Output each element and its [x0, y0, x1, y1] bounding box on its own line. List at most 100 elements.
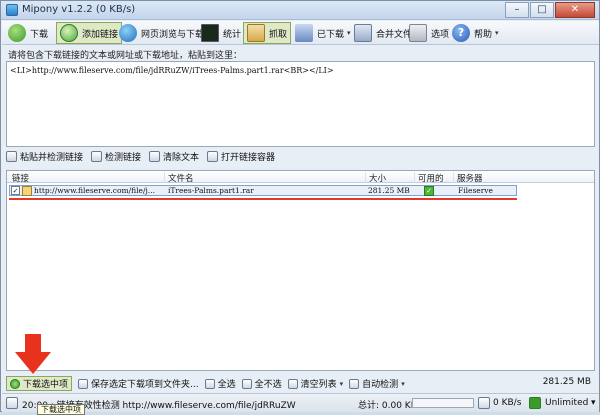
- toolbar-browse-button[interactable]: 网页浏览与下载: [116, 22, 207, 44]
- row-size: 281.25 MB: [368, 186, 410, 195]
- help-icon: ?: [452, 24, 470, 42]
- downloaded-icon: [295, 24, 313, 42]
- clear-list-icon: [287, 378, 298, 389]
- title-bar: Mipony v1.2.2 (0 KB/s) – □ ✕: [1, 1, 599, 20]
- toolbar-downloaded-label: 已下载: [317, 29, 345, 40]
- download-action-bar: 下载选中项 保存选定下载项到文件夹... 全选 全不选 清空列表 ▾ 自动检测 …: [6, 376, 595, 391]
- speed-limit[interactable]: Unlimited: [545, 398, 588, 408]
- arrow-shaft: [25, 334, 41, 354]
- save-to-folder-label: 保存选定下载项到文件夹...: [91, 380, 199, 390]
- download-selected-label: 下载选中项: [23, 380, 69, 390]
- toolbar-grab-button[interactable]: 抓取: [243, 22, 292, 44]
- auto-detect-icon: [349, 378, 360, 389]
- table-header: 链接 文件名 大小 可用的 服务器: [7, 171, 594, 184]
- clear-text-label: 清除文本: [163, 153, 200, 163]
- toolbar-download-button[interactable]: 下载: [5, 22, 51, 44]
- red-arrow-annotation: [15, 334, 51, 374]
- download-icon: [8, 24, 26, 42]
- clear-list-button[interactable]: 清空列表 ▾: [287, 377, 344, 390]
- available-check-icon: ✓: [424, 186, 434, 196]
- globe-icon: [119, 24, 137, 42]
- close-button[interactable]: ✕: [555, 2, 595, 18]
- minimize-button[interactable]: –: [505, 2, 529, 18]
- toolbar-download-label: 下载: [30, 29, 49, 40]
- toolbar-add-link-label: 添加链接: [82, 29, 119, 40]
- check-link-label: 检测链接: [105, 153, 142, 163]
- check-link-button[interactable]: 检测链接: [91, 150, 141, 163]
- chevron-down-icon[interactable]: ▾: [591, 398, 596, 408]
- row-highlight-underline: [9, 198, 517, 200]
- link-textarea[interactable]: <LI>http://www.fileserve.com/file/jdRRuZ…: [6, 61, 595, 147]
- app-logo-icon: [6, 4, 18, 16]
- row-link: http://www.fileserve.com/file/j...: [34, 186, 155, 195]
- toolbar-options-button[interactable]: 选项: [406, 22, 452, 44]
- chevron-down-icon[interactable]: ▾: [347, 29, 351, 37]
- select-all-icon: [204, 378, 215, 389]
- open-container-label: 打开链接容器: [221, 153, 276, 163]
- download-selected-button[interactable]: 下载选中项: [6, 376, 73, 391]
- link-textarea-content: <LI>http://www.fileserve.com/file/jdRRuZ…: [10, 66, 334, 75]
- clear-list-label: 清空列表: [300, 380, 337, 390]
- deselect-all-label: 全不选: [254, 380, 282, 390]
- total-progress-bar: [412, 398, 474, 408]
- toolbar-options-label: 选项: [431, 29, 450, 40]
- select-all-button[interactable]: 全选: [204, 377, 236, 390]
- auto-detect-label: 自动检测: [362, 380, 399, 390]
- save-folder-icon: [78, 378, 89, 389]
- maximize-button[interactable]: □: [530, 2, 554, 18]
- status-total: 总计: 0.00 KB: [358, 401, 417, 411]
- toolbar-stats-button[interactable]: 统计: [198, 22, 244, 44]
- links-table: 链接 文件名 大小 可用的 服务器 ✓ http://www.fileserve…: [6, 170, 595, 371]
- add-link-icon: [60, 24, 78, 42]
- toolbar-stats-label: 统计: [223, 29, 242, 40]
- paste-icon: [6, 151, 17, 162]
- download-speed: 0 KB/s: [493, 398, 522, 408]
- open-container-button[interactable]: 打开链接容器: [207, 150, 275, 163]
- download-speed-icon: [478, 397, 490, 409]
- clear-text-icon: [149, 151, 161, 162]
- chevron-down-icon[interactable]: ▾: [495, 29, 499, 37]
- deselect-all-icon: [241, 378, 252, 389]
- paste-and-check-label: 粘贴并检测链接: [20, 153, 84, 163]
- column-header-link[interactable]: 链接: [9, 172, 29, 184]
- row-checkbox[interactable]: ✓: [11, 186, 20, 195]
- toolbar-browse-label: 网页浏览与下载: [141, 29, 205, 40]
- auto-detect-button[interactable]: 自动检测 ▾: [349, 377, 405, 390]
- options-icon: [409, 24, 427, 42]
- paste-prompt: 请将包含下载链接的文本或网址或下载地址，粘贴到这里：: [8, 51, 243, 61]
- merge-icon: [354, 24, 372, 42]
- file-icon: [22, 186, 32, 196]
- download-selected-icon: [10, 378, 20, 389]
- toolbar-downloaded-button[interactable]: 已下载 ▾: [292, 22, 354, 44]
- stats-icon: [201, 24, 219, 42]
- status-log-icon: [6, 397, 18, 409]
- link-action-bar: 粘贴并检测链接 检测链接 清除文本 打开链接容器: [6, 149, 595, 164]
- column-header-size[interactable]: 大小: [365, 172, 386, 184]
- table-row[interactable]: ✓ http://www.fileserve.com/file/j... iTr…: [9, 185, 517, 196]
- speed-limit-icon: [529, 397, 541, 409]
- open-container-icon: [207, 151, 219, 162]
- select-all-label: 全选: [217, 380, 236, 390]
- grab-icon: [247, 24, 265, 42]
- column-header-available[interactable]: 可用的: [414, 172, 444, 184]
- save-to-folder-button[interactable]: 保存选定下载项到文件夹...: [78, 377, 199, 390]
- toolbar-add-link-button[interactable]: 添加链接: [56, 22, 123, 44]
- chevron-down-icon[interactable]: ▾: [340, 380, 344, 388]
- check-link-icon: [91, 151, 103, 162]
- column-header-server[interactable]: 服务器: [453, 172, 483, 184]
- total-size: 281.25 MB: [542, 377, 591, 387]
- toolbar-help-label: 帮助: [474, 29, 493, 40]
- toolbar-grab-label: 抓取: [269, 29, 288, 40]
- row-server: Fileserve: [458, 186, 493, 195]
- arrow-head: [15, 352, 51, 374]
- column-header-filename[interactable]: 文件名: [164, 172, 194, 184]
- deselect-all-button[interactable]: 全不选: [241, 377, 282, 390]
- window-title: Mipony v1.2.2 (0 KB/s): [22, 4, 136, 15]
- paste-and-check-button[interactable]: 粘贴并检测链接: [6, 150, 83, 163]
- clear-text-button[interactable]: 清除文本: [149, 150, 199, 163]
- app-window: Mipony v1.2.2 (0 KB/s) – □ ✕ 下载 添加链接 网页浏…: [0, 0, 600, 415]
- chevron-down-icon[interactable]: ▾: [401, 380, 405, 388]
- download-selected-tooltip: 下载选中项: [37, 404, 85, 415]
- row-filename: iTrees-Palms.part1.rar: [168, 186, 254, 195]
- toolbar-help-button[interactable]: ? 帮助 ▾: [449, 22, 502, 44]
